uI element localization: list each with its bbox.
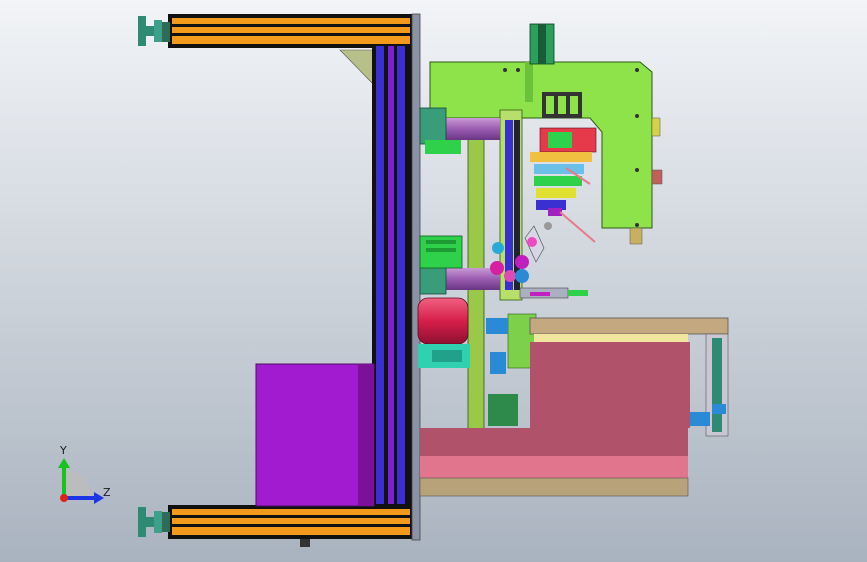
top-frame-beam[interactable] bbox=[160, 14, 414, 48]
servo-motor[interactable] bbox=[419, 235, 463, 269]
y-axis-label: Y bbox=[60, 444, 67, 457]
electrical-box-shade bbox=[358, 364, 374, 506]
x-axis-origin bbox=[60, 494, 68, 502]
pressure-tank[interactable] bbox=[417, 297, 470, 368]
top-cylinder[interactable] bbox=[529, 23, 555, 65]
lower-shaft[interactable] bbox=[419, 263, 500, 295]
mounting-plate[interactable] bbox=[411, 13, 421, 541]
z-axis-label: Z bbox=[103, 486, 111, 499]
nozzle-tip bbox=[629, 227, 643, 245]
vertical-column[interactable] bbox=[372, 44, 412, 506]
cad-viewport[interactable] bbox=[0, 0, 867, 562]
electrical-box[interactable] bbox=[255, 363, 375, 507]
